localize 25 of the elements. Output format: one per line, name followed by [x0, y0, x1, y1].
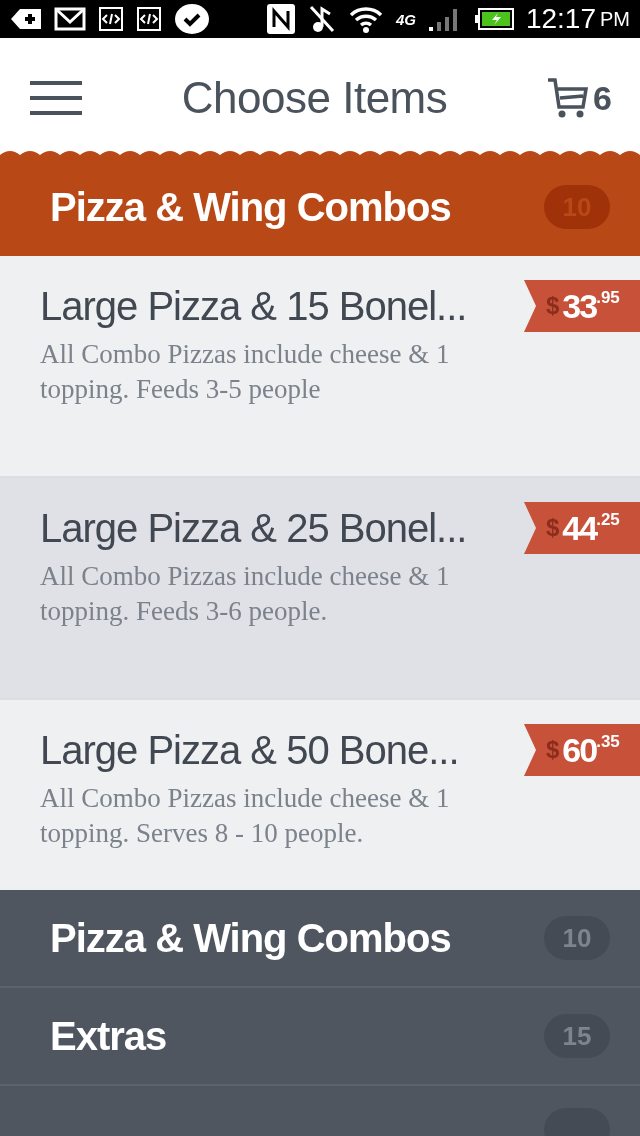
item-title: Large Pizza & 15 Bonel... [40, 284, 468, 329]
currency-symbol: $ [546, 736, 560, 764]
price-cents: .25 [596, 510, 620, 529]
item-description: All Combo Pizzas include cheese & 1 topping. Feeds 3-6 people. [40, 560, 451, 628]
network-type: 4G [395, 10, 416, 28]
cart-count: 6 [593, 78, 612, 118]
count-badge: 10 [544, 916, 610, 960]
item-title: Large Pizza & 25 Bonel... [40, 506, 468, 551]
page-title: Choose Items [180, 73, 449, 123]
price-cents: .95 [596, 288, 620, 307]
item-description: All Combo Pizzas include cheese & 1 topping. Serves 8 - 10 people. [40, 782, 451, 850]
category-title: Pizza & Wing Combos [50, 184, 452, 230]
item-title: Large Pizza & 50 Bone... [40, 728, 460, 773]
category-title: Extras [50, 1013, 168, 1059]
clock: 12:17 [525, 5, 596, 33]
price-whole: 44 [562, 508, 597, 548]
currency-symbol: $ [546, 514, 560, 542]
category-title: Pizza & Wing Combos [50, 915, 452, 961]
price-whole: 60 [562, 730, 597, 770]
currency-symbol: $ [546, 292, 560, 320]
item-description: All Combo Pizzas include cheese & 1 topping. Feeds 3-5 people [40, 338, 451, 406]
price-cents: .35 [596, 732, 620, 751]
price-whole: 33 [562, 286, 597, 326]
count-badge: 15 [544, 1014, 610, 1058]
meridiem: PM [600, 7, 630, 31]
